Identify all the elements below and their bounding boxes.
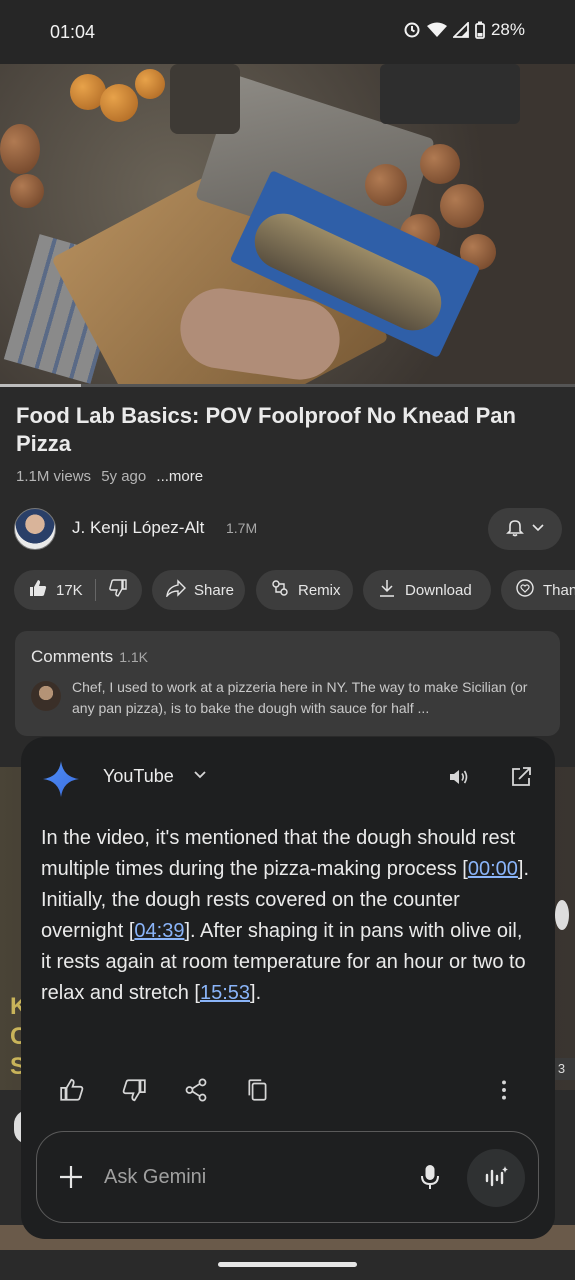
- alarm-icon: [403, 21, 421, 39]
- top-comment-text: Chef, I used to work at a pizzeria here …: [72, 679, 528, 716]
- bell-icon: [505, 517, 525, 542]
- chevron-down-icon: [531, 520, 545, 539]
- plus-icon[interactable]: [57, 1163, 85, 1196]
- response-actions: [59, 1077, 519, 1105]
- thumbs-down-icon[interactable]: [108, 578, 128, 602]
- thanks-button[interactable]: Thanks: [501, 570, 575, 610]
- ask-gemini-input[interactable]: Ask Gemini: [104, 1166, 206, 1189]
- speaker-icon[interactable]: [447, 765, 471, 794]
- thanks-label: Thanks: [543, 581, 575, 599]
- more-link[interactable]: ...more: [156, 468, 203, 485]
- live-icon[interactable]: [467, 1149, 525, 1207]
- channel-avatar[interactable]: [14, 508, 56, 550]
- like-count[interactable]: 17K: [56, 582, 83, 599]
- thumbs-up-icon[interactable]: [59, 1077, 85, 1108]
- mic-icon[interactable]: [417, 1163, 443, 1196]
- commenter-avatar: [31, 681, 61, 711]
- timestamp-link[interactable]: 00:00: [468, 858, 518, 880]
- channel-name[interactable]: J. Kenji López-Alt: [72, 518, 204, 538]
- open-external-icon[interactable]: [509, 765, 533, 794]
- thanks-icon: [515, 578, 535, 602]
- timestamp-link[interactable]: 04:39: [134, 920, 184, 942]
- remix-icon: [270, 578, 290, 602]
- response-segment: ].: [250, 982, 262, 1004]
- comments-card[interactable]: Comments 1.1K Chef, I used to work at a p…: [15, 631, 560, 736]
- thumbnail-overlay-edge: [555, 900, 569, 930]
- share-icon: [166, 579, 186, 601]
- gemini-response-text: In the video, it's mentioned that the do…: [41, 823, 537, 1009]
- source-label: YouTube: [103, 766, 174, 786]
- subscribed-bell-button[interactable]: [488, 508, 562, 550]
- video-meta[interactable]: 1.1M views 5y ago ...more: [16, 468, 203, 485]
- response-segment: In the video, it's mentioned that the do…: [41, 827, 516, 880]
- download-button[interactable]: Download: [363, 570, 491, 610]
- extension-source-selector[interactable]: YouTube: [103, 766, 208, 787]
- comments-header: Comments 1.1K: [31, 647, 148, 667]
- remix-button[interactable]: Remix: [256, 570, 353, 610]
- timestamp-link[interactable]: 15:53: [200, 982, 250, 1004]
- comments-label: Comments: [31, 647, 114, 666]
- thumbs-up-icon[interactable]: [28, 578, 48, 602]
- copy-icon[interactable]: [245, 1077, 271, 1108]
- wifi-icon: [426, 22, 447, 38]
- video-progress-track[interactable]: [0, 384, 575, 387]
- chevron-down-icon: [192, 766, 208, 787]
- share-label: Share: [194, 581, 235, 599]
- channel-row: J. Kenji López-Alt 1.7M: [14, 506, 562, 552]
- system-nav-bar: [0, 1250, 575, 1280]
- panel-header-actions: [447, 765, 533, 794]
- status-icons: 28%: [403, 20, 525, 40]
- view-count: 1.1M views: [16, 468, 92, 485]
- gemini-overlay-panel: YouTube In the video, it's mentioned tha…: [21, 737, 555, 1239]
- thumbs-down-icon[interactable]: [121, 1077, 147, 1108]
- subscriber-count: 1.7M: [226, 520, 258, 536]
- gemini-spark-icon: [41, 759, 81, 804]
- upload-age: 5y ago: [101, 468, 147, 485]
- share-icon[interactable]: [183, 1077, 209, 1108]
- battery-percent: 28%: [490, 20, 525, 39]
- home-gesture-handle[interactable]: [218, 1262, 357, 1267]
- more-vert-icon[interactable]: [491, 1077, 517, 1108]
- battery-icon: [475, 21, 485, 39]
- comments-count: 1.1K: [119, 649, 148, 665]
- download-label: Download: [405, 581, 472, 599]
- like-dislike-chip: 17K: [14, 570, 142, 610]
- video-player[interactable]: [0, 64, 575, 386]
- ask-gemini-box[interactable]: Ask Gemini: [36, 1131, 539, 1223]
- video-title[interactable]: Food Lab Basics: POV Foolproof No Knead …: [16, 402, 561, 458]
- signal-icon: [452, 22, 469, 38]
- status-bar: 01:04 28%: [0, 0, 575, 64]
- share-button[interactable]: Share: [152, 570, 245, 610]
- download-icon: [377, 578, 397, 602]
- status-time: 01:04: [50, 22, 96, 42]
- action-bar: 17K Share Remix Download Thanks: [14, 570, 575, 610]
- video-progress-fill: [0, 384, 81, 387]
- remix-label: Remix: [298, 581, 341, 599]
